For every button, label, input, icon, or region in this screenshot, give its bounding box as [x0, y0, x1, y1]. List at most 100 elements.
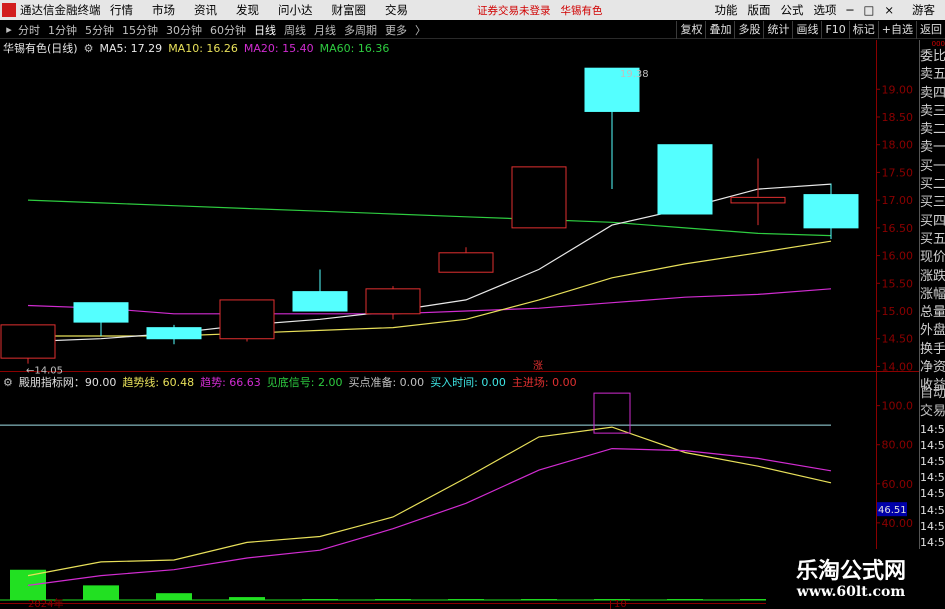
up-marker: 涨	[533, 360, 543, 372]
side-label: 卖五	[920, 67, 945, 83]
side-label: 净资	[920, 360, 945, 376]
guest-label[interactable]: 游客	[912, 2, 935, 18]
tool-buttons: 复权 叠加 多股 统计 画线 F10 标记 +自选 返回	[676, 21, 945, 39]
more-arrow-icon[interactable]: 〉	[415, 22, 426, 38]
current-stock-name: 华锡有色	[560, 4, 603, 17]
watermark-title: 乐淘公式网	[795, 559, 906, 584]
chart-area[interactable]: 19.00 18.50 18.00 17.50 17.00 16.50 16.00 15.50…	[0, 40, 919, 609]
indicator-legend: ⚙ 殿朋指标网：90.00 趋势线: 60.48 趋势: 66.63 见底信号:…	[3, 375, 583, 390]
tab-multi-period[interactable]: 多周期	[344, 22, 377, 38]
indicator-axis-label: 40.00	[882, 517, 914, 530]
tab-timeshare[interactable]: 分时	[18, 22, 40, 38]
side-label: 总量	[920, 305, 945, 321]
legend-buy-time: 买入时间: 0.00	[430, 376, 506, 389]
side-label: 涨跌	[920, 268, 945, 284]
minimize-icon[interactable]: ─	[847, 3, 854, 17]
side-label-bottom[interactable]: 交易	[920, 403, 945, 421]
maximize-icon[interactable]: □	[863, 3, 874, 17]
close-icon[interactable]: ×	[884, 3, 894, 17]
settings-icon[interactable]: ⚙	[3, 376, 13, 389]
menu-item-options[interactable]: 选项	[814, 2, 837, 18]
chevron-down-icon[interactable]: ▸	[0, 23, 18, 36]
candle-body	[657, 144, 713, 215]
candle-body	[292, 291, 348, 312]
indicator-axis-label: 60.00	[882, 478, 914, 491]
side-label: 买四	[920, 213, 945, 229]
menu-item-market[interactable]: 行情	[110, 2, 133, 18]
add-watchlist-button[interactable]: +自选	[877, 21, 916, 39]
menu-item-trade[interactable]: 交易	[385, 2, 408, 18]
candle-body	[73, 302, 129, 323]
menu-item-news[interactable]: 资讯	[194, 2, 217, 18]
indicator-axis-label: 80.00	[882, 439, 914, 452]
side-labels-list: 委比 卖五 卖四 卖三 卖二 卖一 买一 买二 买三 买四 买五 现价 涨跌 涨幅 总量 外盘 换手 净资 收益	[920, 48, 945, 396]
indicator-value-text: 46.51	[878, 505, 907, 516]
side-time: 14:56	[920, 519, 945, 533]
side-label: 现价	[920, 250, 945, 266]
tab-monthly[interactable]: 月线	[314, 22, 336, 38]
legend-trend: 趋势: 66.63	[200, 376, 261, 389]
side-label: 换手	[920, 341, 945, 357]
side-time: 14:56	[920, 422, 945, 436]
tab-weekly[interactable]: 周线	[284, 22, 306, 38]
candle-body	[146, 327, 202, 340]
legend-bottom-signal: 见底信号: 2.00	[266, 376, 343, 389]
legend-title: 华锡有色(日线)	[3, 42, 78, 55]
login-status[interactable]: 证券交易未登录	[477, 3, 551, 18]
tab-15min[interactable]: 15分钟	[122, 22, 158, 38]
price-axis-label: 15.00	[882, 305, 914, 318]
adjust-button[interactable]: 复权	[676, 21, 705, 39]
candle-body	[365, 288, 421, 315]
side-label-bottom[interactable]: 自动	[920, 385, 945, 403]
side-time: 14:56	[920, 487, 945, 501]
price-axis-label: 15.50	[882, 277, 914, 290]
menu-item-function[interactable]: 功能	[715, 2, 738, 18]
f10-button[interactable]: F10	[821, 21, 848, 39]
menu-item-exchange[interactable]: 市场	[152, 2, 175, 18]
menu-right: 功能 版面 公式 选项 ─ □ × 游客	[715, 0, 945, 20]
ma10-line	[28, 240, 832, 337]
menu-item-assistant[interactable]: 问小达	[278, 2, 313, 18]
watermark-url: www.60lt.com	[796, 584, 906, 600]
price-axis-label: 17.00	[882, 194, 914, 207]
settings-icon[interactable]: ⚙	[84, 42, 94, 55]
tab-5min[interactable]: 5分钟	[85, 22, 114, 38]
tab-60min[interactable]: 60分钟	[210, 22, 246, 38]
tab-more[interactable]: 更多	[385, 22, 407, 38]
side-label: 买三	[920, 195, 945, 211]
side-time: 14:56	[920, 454, 945, 468]
menu-item-formula[interactable]: 公式	[781, 2, 804, 18]
side-label: 买五	[920, 231, 945, 247]
high-price-label: 19.38	[620, 69, 649, 80]
side-label: 涨幅	[920, 286, 945, 302]
side-label: 买二	[920, 177, 945, 193]
overlay-button[interactable]: 叠加	[705, 21, 734, 39]
tab-daily[interactable]: 日线	[254, 22, 276, 38]
indicator-axis-label: 100.0	[882, 400, 914, 413]
x-axis-label: 2024年	[28, 597, 63, 609]
side-label: 卖三	[920, 103, 945, 119]
menu-item-layout[interactable]: 版面	[748, 2, 771, 18]
bottom-signal-bar	[156, 593, 192, 601]
back-button[interactable]: 返回	[916, 21, 945, 39]
menu-item-discover[interactable]: 发现	[236, 2, 259, 18]
multi-stock-button[interactable]: 多股	[734, 21, 763, 39]
draw-line-button[interactable]: 画线	[792, 21, 821, 39]
price-axis-label: 18.00	[882, 139, 914, 152]
price-axis-label: 17.50	[882, 166, 914, 179]
side-top-mark: 000	[931, 40, 945, 48]
mark-button[interactable]: 标记	[848, 21, 878, 39]
menu-item-community[interactable]: 财富圈	[332, 2, 367, 18]
price-axis-label: 16.00	[882, 250, 914, 263]
tab-1min[interactable]: 1分钟	[48, 22, 77, 38]
side-label: 买一	[920, 158, 945, 174]
tab-30min[interactable]: 30分钟	[166, 22, 202, 38]
quote-side-panel: 000 委比 卖五 卖四 卖三 卖二 卖一 买一 买二 买三 买四 买五 现价 涨跌 涨幅 总量 外盘 换手 净资…	[919, 40, 945, 609]
statistics-button[interactable]: 统计	[763, 21, 792, 39]
side-label: 卖一	[920, 140, 945, 156]
bottom-signal-bar	[83, 585, 119, 601]
price-axis-label: 19.00	[882, 83, 914, 96]
app-title: 通达信金融终端	[20, 3, 101, 17]
period-toolbar: ▸ 分时 1分钟 5分钟 15分钟 30分钟 60分钟 日线 周线 月线 多周期…	[0, 21, 945, 39]
ma20-line	[27, 288, 832, 315]
